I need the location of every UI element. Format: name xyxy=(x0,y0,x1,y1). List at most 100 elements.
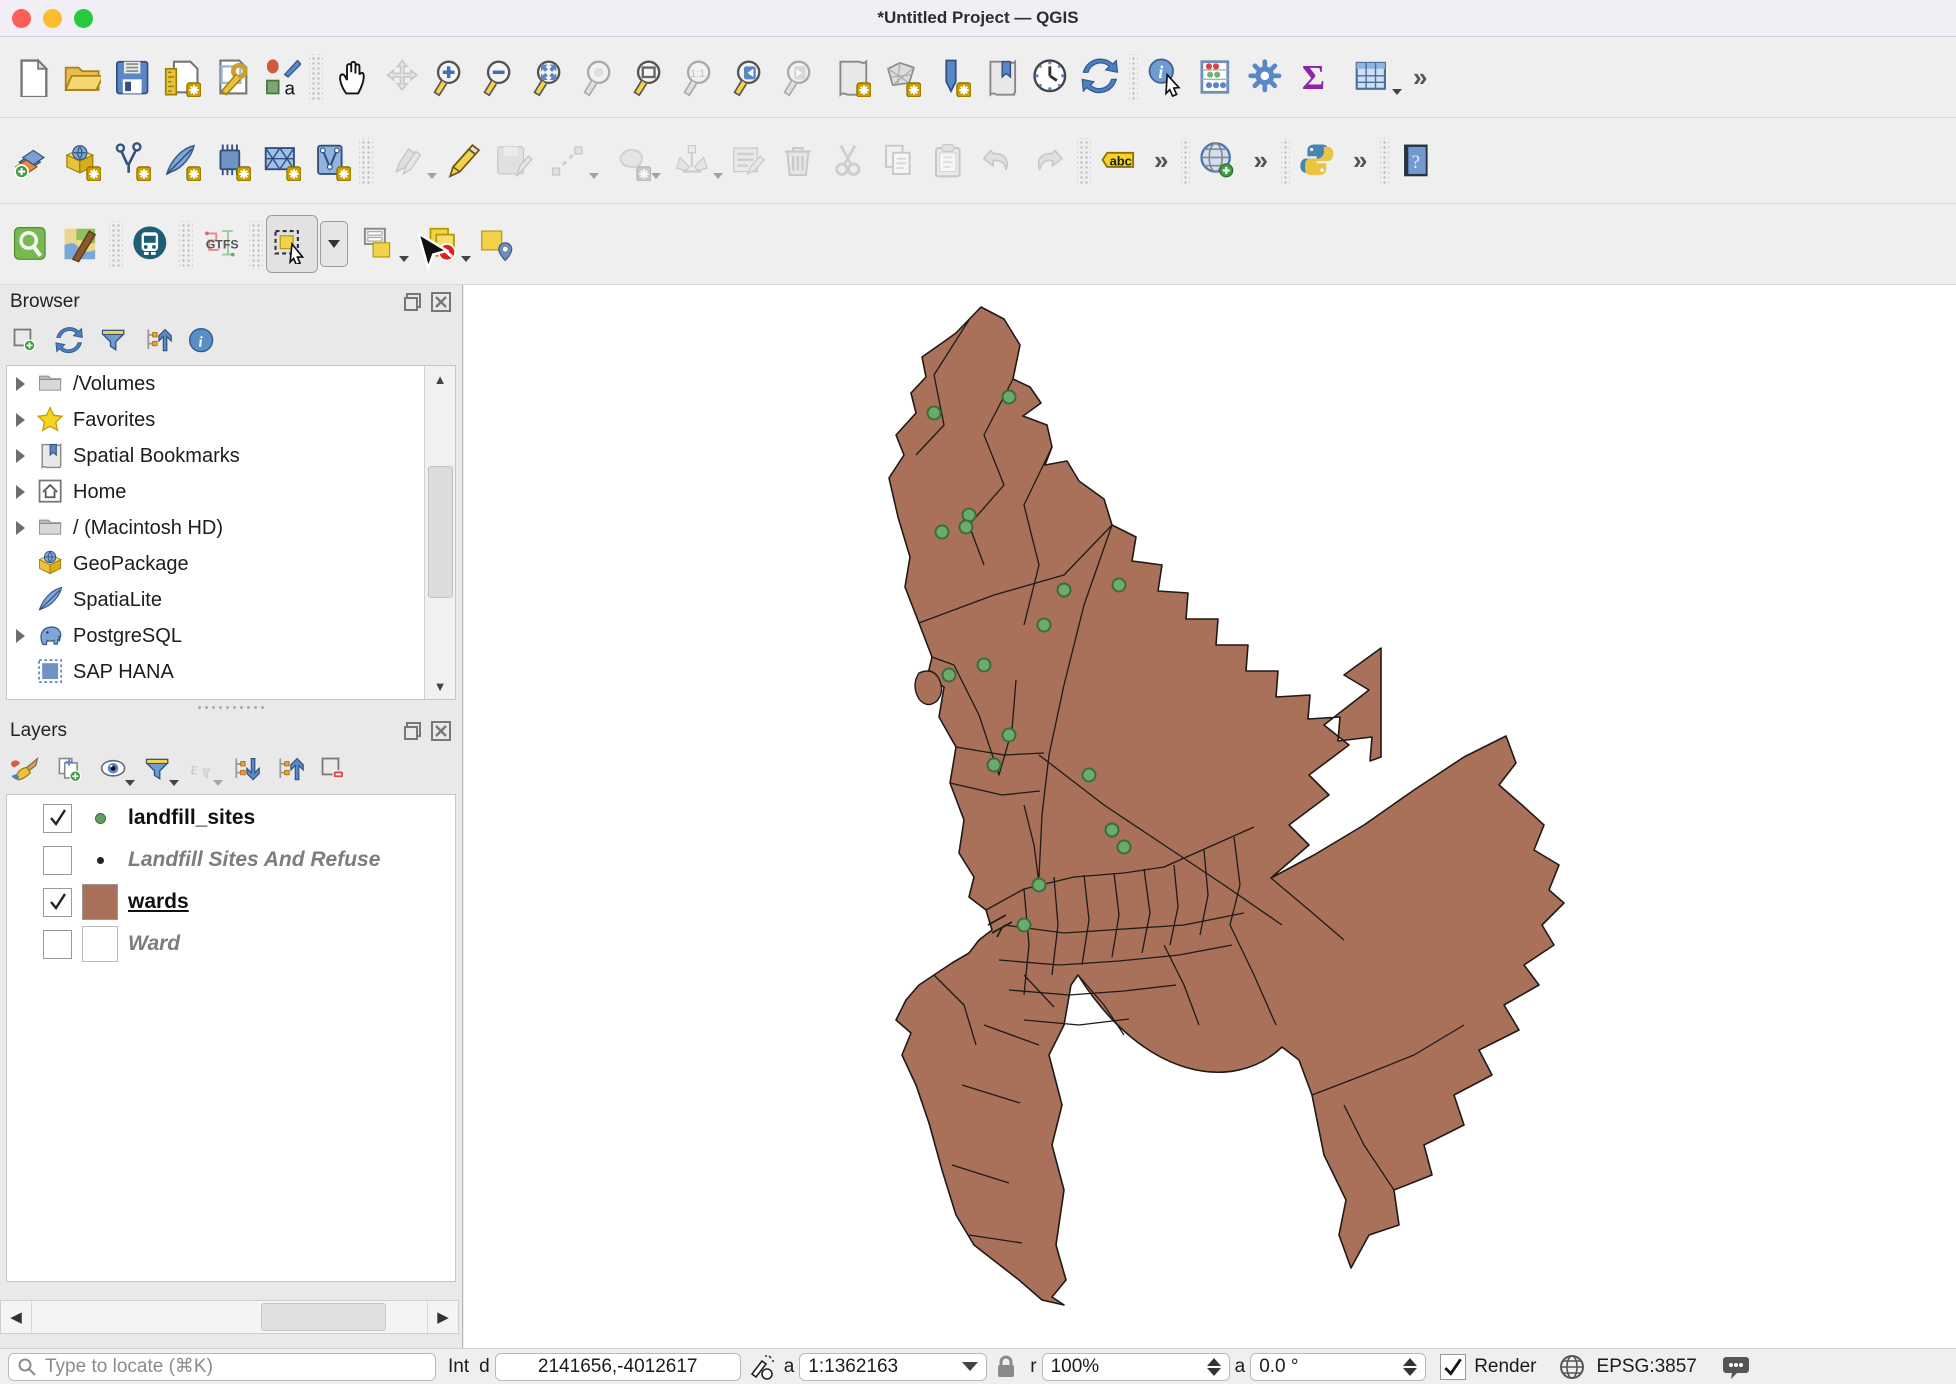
expander[interactable] xyxy=(7,377,33,391)
zoom-full-button[interactable] xyxy=(526,49,576,105)
layer-item-wards[interactable]: wards xyxy=(7,883,455,921)
rotation-spinbox[interactable]: 0.0 ° xyxy=(1250,1353,1426,1381)
chevron-down-icon[interactable] xyxy=(1392,89,1402,95)
gtfs-plugin-button[interactable]: GTFS xyxy=(196,216,246,272)
metasearch-button[interactable] xyxy=(1193,133,1243,189)
browser-item-sap-hana[interactable]: SAP HANA xyxy=(7,654,455,690)
browser-item-geopackage[interactable]: GeoPackage xyxy=(7,546,455,582)
expand-triangle-icon[interactable] xyxy=(16,485,25,499)
lock-scale-icon[interactable] xyxy=(991,1352,1021,1382)
render-toggle[interactable]: Render xyxy=(1440,1354,1536,1380)
python-console-button[interactable] xyxy=(1293,133,1343,189)
browser-vertical-scrollbar[interactable]: ▲ ▼ xyxy=(424,366,455,699)
statistical-summary-button[interactable] xyxy=(1191,49,1241,105)
open-attribute-table-button[interactable] xyxy=(1341,49,1403,105)
open-layer-styling-button[interactable] xyxy=(8,752,44,788)
expander[interactable] xyxy=(7,521,33,535)
browser-item-spatial-bookmarks[interactable]: Spatial Bookmarks xyxy=(7,438,455,474)
remove-layer-button[interactable] xyxy=(316,752,352,788)
expander[interactable] xyxy=(7,413,33,427)
open-project-button[interactable] xyxy=(56,49,106,105)
scroll-right-arrow[interactable]: ▶ xyxy=(428,1308,458,1326)
layer-visibility-checkbox[interactable] xyxy=(43,930,72,959)
show-bookmarks-button[interactable] xyxy=(976,49,1026,105)
panel-splitter[interactable] xyxy=(0,700,462,714)
browser-item-home[interactable]: Home xyxy=(7,474,455,510)
spin-arrows[interactable] xyxy=(1199,1358,1221,1376)
expander[interactable] xyxy=(7,629,33,643)
layout-manager-button[interactable] xyxy=(206,49,256,105)
style-manager-button[interactable]: a xyxy=(256,49,306,105)
expander[interactable] xyxy=(7,449,33,463)
browser-item-spatialite[interactable]: SpatiaLite xyxy=(7,582,455,618)
crs-status[interactable]: EPSG:3857 xyxy=(1553,1352,1697,1382)
layer-labeling-button[interactable]: abc xyxy=(1094,133,1144,189)
sum-features-button[interactable]: Σ xyxy=(1291,49,1341,105)
new-map-view-button[interactable] xyxy=(826,49,876,105)
messages-icon[interactable] xyxy=(1721,1352,1751,1382)
zoom-in-button[interactable] xyxy=(426,49,476,105)
layer-item-landfill-sites[interactable]: landfill_sites xyxy=(7,799,455,837)
filter-legend-button[interactable] xyxy=(140,752,176,788)
toggle-editing-button[interactable] xyxy=(438,133,488,189)
refresh-browser-button[interactable] xyxy=(52,323,88,359)
new-shapefile-layer-button[interactable] xyxy=(106,133,156,189)
temporal-controller-button[interactable] xyxy=(1026,49,1076,105)
minimize-window-button[interactable] xyxy=(43,9,62,28)
scrollbar-thumb[interactable] xyxy=(261,1303,385,1331)
new-mesh-layer-button[interactable] xyxy=(256,133,306,189)
layers-horizontal-scrollbar[interactable]: ◀ ▶ xyxy=(0,1300,459,1334)
float-panel-icon[interactable] xyxy=(402,291,424,313)
refresh-map-button[interactable] xyxy=(1076,49,1126,105)
collapse-all-layers-button[interactable] xyxy=(272,752,308,788)
zoom-to-layer-button[interactable] xyxy=(626,49,676,105)
spin-arrows[interactable] xyxy=(1395,1358,1417,1376)
new-gpx-layer-button[interactable] xyxy=(306,133,356,189)
close-panel-icon[interactable] xyxy=(430,720,452,742)
zoom-last-button[interactable] xyxy=(726,49,776,105)
browser-item-postgresql[interactable]: PostgreSQL xyxy=(7,618,455,654)
transit-plugin-button[interactable] xyxy=(126,216,176,272)
chevron-down-icon[interactable] xyxy=(427,173,437,179)
float-panel-icon[interactable] xyxy=(402,720,424,742)
select-by-location-button[interactable] xyxy=(472,216,522,272)
close-window-button[interactable] xyxy=(12,9,31,28)
browser-properties-button[interactable]: i xyxy=(184,323,220,359)
help-contents-button[interactable]: ? xyxy=(1392,133,1442,189)
expand-triangle-icon[interactable] xyxy=(16,413,25,427)
expand-triangle-icon[interactable] xyxy=(16,377,25,391)
expand-triangle-icon[interactable] xyxy=(16,521,25,535)
render-checkbox[interactable] xyxy=(1440,1354,1466,1380)
chevron-down-icon[interactable] xyxy=(399,256,409,262)
scroll-up-arrow[interactable]: ▲ xyxy=(425,366,455,392)
extents-tracking-icon[interactable] xyxy=(745,1352,775,1382)
new-virtual-layer-button[interactable] xyxy=(206,133,256,189)
map-canvas[interactable] xyxy=(464,285,1956,1348)
new-spatialite-layer-button[interactable] xyxy=(156,133,206,189)
toolbar-overflow-chevron[interactable]: » xyxy=(1144,145,1178,176)
scroll-left-arrow[interactable]: ◀ xyxy=(1,1308,31,1326)
expand-triangle-icon[interactable] xyxy=(16,629,25,643)
browser-item-favorites[interactable]: Favorites xyxy=(7,402,455,438)
layer-item-ward[interactable]: Ward xyxy=(7,925,455,963)
chevron-down-icon[interactable] xyxy=(589,173,599,179)
pan-map-button[interactable] xyxy=(326,49,376,105)
browser-item-volumes[interactable]: /Volumes xyxy=(7,366,455,402)
expand-triangle-icon[interactable] xyxy=(16,449,25,463)
osm-place-search-button[interactable] xyxy=(6,216,56,272)
coordinate-input[interactable]: 2141656,-4012617 xyxy=(495,1353,741,1381)
save-project-button[interactable] xyxy=(106,49,156,105)
layer-visibility-checkbox[interactable] xyxy=(43,804,72,833)
scale-combobox[interactable]: 1:1362163 xyxy=(799,1353,987,1381)
manage-map-themes-button[interactable] xyxy=(96,752,132,788)
new-project-button[interactable] xyxy=(6,49,56,105)
layer-item-landfill-sites-and-refuse[interactable]: Landfill Sites And Refuse xyxy=(7,841,455,879)
zoom-out-button[interactable] xyxy=(476,49,526,105)
locator-search-input[interactable]: Type to locate (⌘K) xyxy=(8,1353,436,1381)
identify-features-button[interactable]: i xyxy=(1141,49,1191,105)
select-features-rectangle-dropdown[interactable] xyxy=(320,221,348,267)
toolbar-overflow-chevron[interactable]: » xyxy=(1343,145,1377,176)
layer-visibility-checkbox[interactable] xyxy=(43,846,72,875)
new-geopackage-layer-button[interactable] xyxy=(56,133,106,189)
new-layout-button[interactable] xyxy=(156,49,206,105)
